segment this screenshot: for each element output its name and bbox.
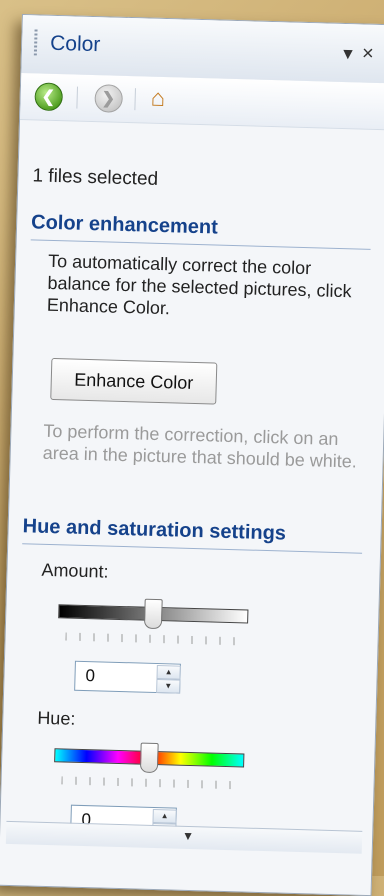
amount-label: Amount: bbox=[41, 559, 109, 582]
dropdown-arrow-icon[interactable]: ▼ bbox=[340, 46, 356, 64]
home-button[interactable]: ⌂ bbox=[150, 85, 165, 113]
enhance-description: To automatically correct the color balan… bbox=[46, 250, 352, 319]
scroll-down-icon: ▼ bbox=[181, 828, 195, 844]
spin-up-button[interactable]: ▲ bbox=[152, 808, 177, 824]
forward-button[interactable]: ❯ bbox=[94, 84, 124, 113]
task-pane: Color ▼ × ❮ ❯ ⌂ 1 files selected Color e… bbox=[0, 14, 384, 896]
navigation-toolbar: ❮ ❯ ⌂ bbox=[20, 73, 384, 131]
hue-label: Hue: bbox=[37, 707, 76, 729]
amount-ticks bbox=[65, 632, 236, 646]
spin-down-button[interactable]: ▼ bbox=[156, 679, 181, 694]
amount-value: 0 bbox=[85, 666, 96, 686]
forward-arrow-icon: ❯ bbox=[101, 90, 116, 108]
scroll-footer[interactable]: ▼ bbox=[5, 820, 363, 854]
drag-grip[interactable] bbox=[33, 29, 38, 56]
amount-spinner[interactable]: 0 ▲ ▼ bbox=[74, 660, 181, 694]
selection-status: 1 files selected bbox=[32, 165, 159, 190]
toolbar-separator bbox=[134, 88, 136, 111]
hue-slider-thumb[interactable] bbox=[139, 742, 159, 774]
spin-up-button[interactable]: ▲ bbox=[156, 665, 181, 680]
section-divider bbox=[30, 239, 371, 250]
enhance-color-button[interactable]: Enhance Color bbox=[50, 357, 218, 405]
back-button[interactable]: ❮ bbox=[34, 82, 64, 112]
section-divider bbox=[22, 543, 363, 554]
section-heading-hue-saturation: Hue and saturation settings bbox=[22, 515, 287, 545]
hue-ticks bbox=[61, 776, 232, 790]
home-icon: ⌂ bbox=[150, 84, 166, 113]
close-icon[interactable]: × bbox=[362, 43, 374, 66]
amount-slider-thumb[interactable] bbox=[143, 598, 163, 630]
section-heading-color-enhancement: Color enhancement bbox=[30, 211, 219, 239]
toolbar-separator bbox=[76, 86, 78, 109]
back-arrow-icon: ❮ bbox=[41, 88, 56, 106]
pane-title: Color bbox=[49, 31, 101, 57]
enhance-hint: To perform the correction, click on an a… bbox=[42, 420, 358, 472]
